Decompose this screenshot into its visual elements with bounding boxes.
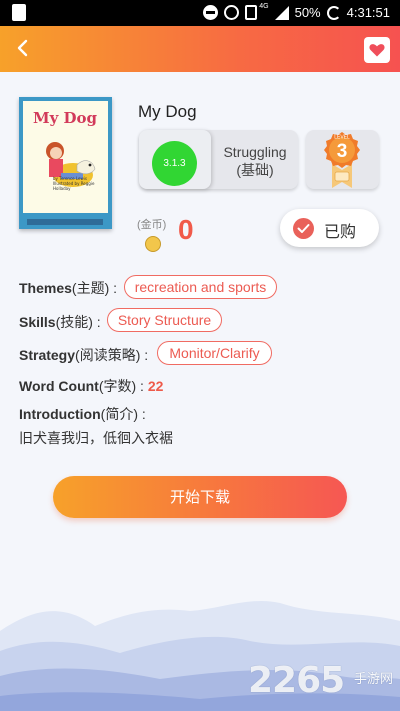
strategy-row: Strategy(阅读策略) : (19, 345, 148, 365)
network-type: 4G (259, 3, 269, 10)
chevron-left-icon (17, 39, 28, 57)
intro-row: Introduction(简介) : (19, 404, 146, 424)
level-indicator: 3.1.3 (139, 130, 211, 189)
favorite-button[interactable] (364, 37, 390, 63)
book-cover: My Dog by Terence Lewis Illustrated by R… (19, 97, 112, 229)
signal-icon (274, 5, 289, 20)
cover-credits: by Terence Lewis Illustrated by Reggie H… (53, 176, 95, 191)
themes-label-cn: (主题) : (71, 280, 118, 296)
back-button[interactable] (10, 35, 36, 61)
check-icon (293, 218, 314, 239)
level-panel: 3.1.3 Struggling (基础) (139, 130, 298, 189)
badge-number: 3 (337, 141, 348, 162)
strategy-label: Strategy (19, 347, 76, 363)
cover-title: My Dog (33, 109, 98, 127)
watermark-logo: 2265 (248, 660, 345, 701)
skills-label: Skills (19, 314, 56, 330)
level-name: Struggling (223, 144, 287, 160)
themes-row: Themes(主题) : (19, 278, 117, 298)
themes-label: Themes (19, 280, 72, 296)
skills-label-cn: (技能) : (55, 314, 101, 330)
do-not-disturb-icon (203, 5, 219, 20)
skills-tag[interactable]: Story Structure (107, 308, 222, 332)
level-name-cn: (基础) (236, 162, 274, 178)
status-bar: 4G 50% 4:31:51 (0, 0, 400, 26)
level-code: 3.1.3 (152, 141, 197, 186)
start-download-button[interactable]: 开始下载 (53, 476, 347, 518)
skills-row: Skills(技能) : (19, 312, 101, 332)
app-header (0, 26, 400, 72)
battery-icon (326, 5, 341, 20)
coin-icon (145, 236, 161, 252)
intro-label: Introduction (19, 406, 101, 422)
alarm-icon (224, 5, 240, 20)
badge-label: LEVEL (334, 135, 350, 141)
book-title: My Dog (138, 102, 197, 121)
intro-label-cn: (简介) : (100, 406, 146, 422)
clock: 4:31:51 (346, 5, 390, 20)
coin-value: 0 (178, 214, 194, 245)
level-badge-icon: LEVEL 3 (324, 132, 360, 188)
bought-button[interactable]: 已购 (280, 209, 379, 247)
intro-text: 旧犬喜我归，低徊入衣裾 (19, 431, 173, 447)
heart-icon (369, 44, 385, 57)
themes-tag[interactable]: recreation and sports (124, 275, 277, 299)
wordcount-value: 22 (147, 378, 164, 394)
watermark-text: 手游网 (354, 672, 394, 687)
battery-percent: 50% (294, 5, 321, 20)
status-icons: 4G 50% 4:31:51 (203, 3, 390, 20)
wordcount-row: Word Count(字数) : 22 (19, 376, 163, 396)
vibrate-icon (245, 5, 258, 20)
bought-label: 已购 (324, 222, 357, 241)
wordcount-label: Word Count (19, 378, 99, 394)
strategy-label-cn: (阅读策略) : (75, 347, 149, 363)
level-badge-panel: LEVEL 3 (306, 130, 379, 189)
strategy-tag[interactable]: Monitor/Clarify (157, 341, 272, 365)
notification-icon (12, 4, 26, 21)
wordcount-label-cn: (字数) : (98, 378, 144, 394)
level-description: Struggling (基础) (217, 143, 293, 179)
cover-strip (27, 219, 103, 225)
coin-label: (金币) (137, 219, 167, 231)
